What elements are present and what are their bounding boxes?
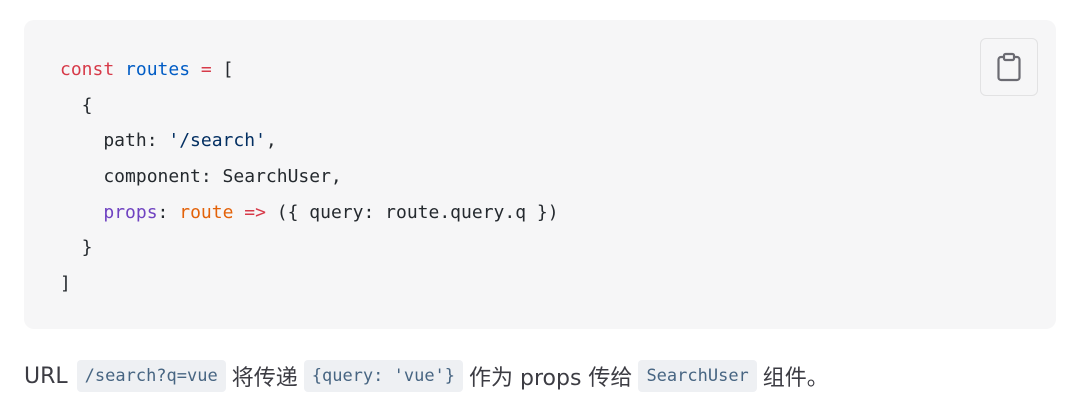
paragraph-text: 组件。 xyxy=(762,366,829,391)
code-line: const routes = [ xyxy=(60,52,559,88)
paragraph-text: 作为 props 传给 xyxy=(469,366,633,391)
code-token: path: xyxy=(60,130,169,152)
paragraph-text: 将传递 xyxy=(231,366,298,391)
code-line: path: '/search', xyxy=(60,123,559,159)
code-content: const routes = [ { path: '/search', comp… xyxy=(60,52,559,302)
paragraph-text: URL xyxy=(24,363,68,389)
copy-code-button[interactable] xyxy=(980,38,1038,96)
description-paragraph: URL /search?q=vue 将传递 {query: 'vue'} 作为 … xyxy=(24,356,829,396)
code-token: : xyxy=(157,201,180,223)
code-token: => xyxy=(244,201,266,223)
code-token: = xyxy=(200,59,212,80)
code-token: const xyxy=(60,59,115,80)
code-line: ] xyxy=(60,266,559,302)
code-token: ] xyxy=(60,273,71,295)
code-line: } xyxy=(60,230,559,266)
code-line: { xyxy=(60,88,559,124)
inline-code: SearchUser xyxy=(638,360,757,392)
code-token: { xyxy=(60,94,93,116)
code-token: ({ query: route.query.q }) xyxy=(265,201,559,223)
code-token: [ xyxy=(211,59,234,80)
inline-code: /search?q=vue xyxy=(76,360,226,392)
code-line: props: route => ({ query: route.query.q … xyxy=(60,195,559,231)
inline-code: {query: 'vue'} xyxy=(303,360,464,392)
code-token: '/search' xyxy=(168,130,266,152)
code-token: component: SearchUser, xyxy=(60,166,342,188)
clipboard-icon xyxy=(996,52,1022,82)
code-token: routes xyxy=(125,59,191,80)
code-token: , xyxy=(265,130,277,152)
code-token: route xyxy=(179,201,234,223)
code-token: } xyxy=(60,237,93,259)
code-block: const routes = [ { path: '/search', comp… xyxy=(24,20,1056,329)
code-token: props xyxy=(103,201,158,223)
code-line: component: SearchUser, xyxy=(60,159,559,195)
